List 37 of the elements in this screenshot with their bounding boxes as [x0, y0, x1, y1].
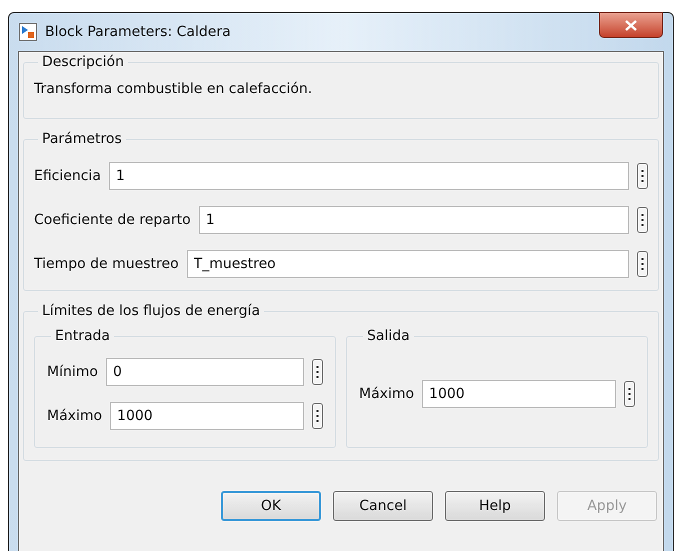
- input-field[interactable]: 1: [198, 206, 629, 234]
- field-label: Eficiencia: [34, 166, 101, 186]
- group-title: Entrada: [54, 327, 112, 346]
- dialog-button[interactable]: OK: [221, 491, 321, 521]
- field-label: Tiempo de muestreo: [34, 254, 179, 274]
- field-label: Mínimo: [47, 362, 98, 382]
- input-field[interactable]: T_muestreo: [186, 250, 629, 278]
- vertical-dots-icon: [316, 409, 319, 423]
- vertical-dots-icon: [641, 257, 644, 271]
- window-title: Block Parameters: Caldera: [45, 22, 232, 42]
- group-title: Descripción: [41, 53, 125, 72]
- options-button[interactable]: [312, 403, 323, 429]
- field-label: Máximo: [47, 406, 102, 426]
- close-button[interactable]: [599, 12, 663, 38]
- close-icon: [625, 20, 637, 30]
- options-button[interactable]: [637, 163, 648, 189]
- group-title: Salida: [366, 327, 411, 346]
- options-button[interactable]: [637, 251, 648, 277]
- vertical-dots-icon: [641, 169, 644, 183]
- vertical-dots-icon: [628, 387, 631, 401]
- input-field[interactable]: 1000: [422, 380, 616, 408]
- field-label: Coeficiente de reparto: [34, 210, 191, 230]
- field-label: Máximo: [359, 384, 414, 404]
- dialog-button[interactable]: Help: [445, 491, 545, 521]
- group-title: Límites de los flujos de energía: [41, 302, 262, 321]
- input-field[interactable]: 0: [106, 358, 304, 386]
- description-text: Transforma combustible en calefacción.: [34, 80, 314, 99]
- app-icon: [19, 23, 37, 41]
- input-field[interactable]: 1000: [110, 402, 304, 430]
- options-button[interactable]: [312, 359, 323, 385]
- input-field[interactable]: 1: [108, 162, 629, 190]
- group-title: Parámetros: [41, 130, 123, 149]
- options-button[interactable]: [624, 381, 635, 407]
- options-button[interactable]: [637, 207, 648, 233]
- dialog-button[interactable]: Cancel: [333, 491, 433, 521]
- vertical-dots-icon: [641, 213, 644, 227]
- vertical-dots-icon: [316, 365, 319, 379]
